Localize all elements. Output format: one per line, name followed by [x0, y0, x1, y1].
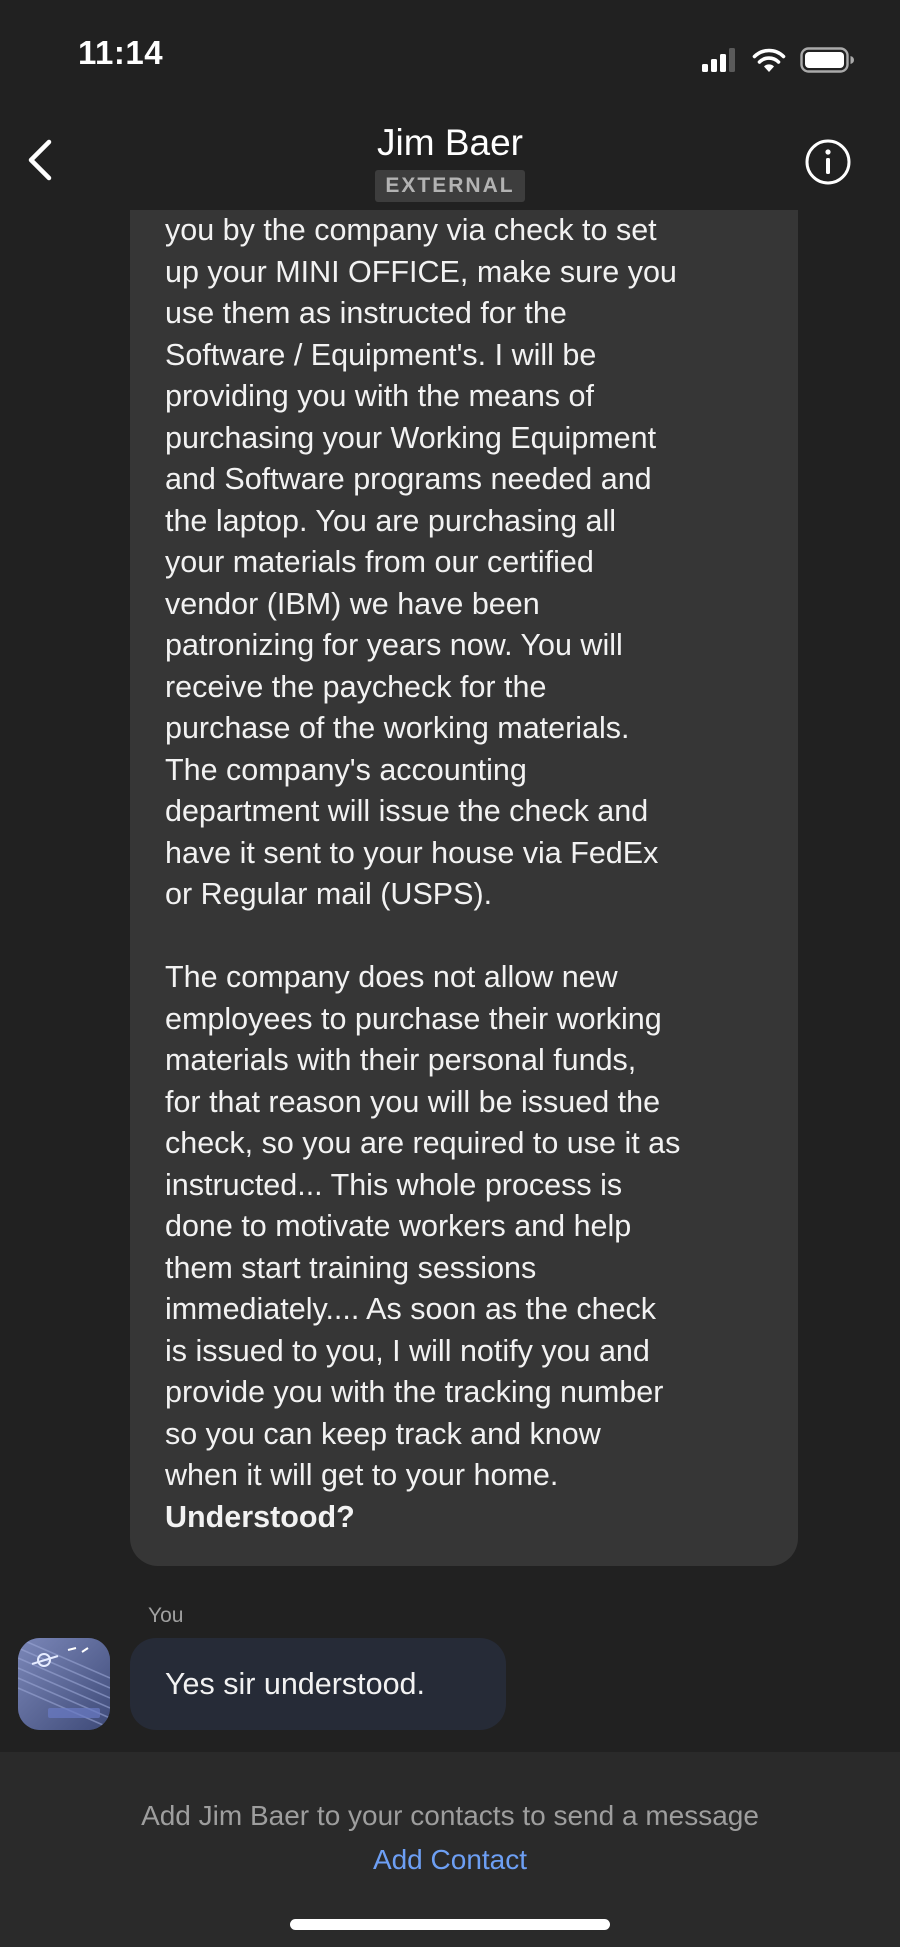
contact-name[interactable]: Jim Baer — [0, 122, 900, 164]
external-badge: EXTERNAL — [375, 170, 525, 202]
message-line: have it sent to your house via FedEx — [165, 835, 659, 870]
message-line: you by the company via check to set — [165, 213, 657, 247]
outgoing-message-text: Yes sir understood. — [165, 1666, 425, 1701]
message-line: receive the paycheck for the — [165, 669, 547, 704]
message-line: when it will get to your home. — [165, 1458, 559, 1492]
message-line: instructed... This whole process is — [165, 1167, 623, 1202]
incoming-message-bubble[interactable]: you by the company via check to set up yo… — [130, 210, 798, 1566]
conversation-header: Jim Baer EXTERNAL — [0, 110, 900, 210]
incoming-message-paragraph-1: you by the company via check to set up yo… — [165, 210, 778, 916]
avatar[interactable] — [18, 1638, 110, 1730]
message-line: and Software programs needed and — [165, 462, 652, 496]
message-line: them start training sessions — [165, 1250, 537, 1285]
info-circle-icon — [805, 139, 851, 185]
message-line: your materials from our certified — [165, 545, 594, 579]
message-line: purchase of the working materials. — [165, 711, 630, 745]
message-list[interactable]: you by the company via check to set up yo… — [0, 210, 900, 1750]
message-line: providing you with the means of — [165, 379, 594, 413]
message-line: provide you with the tracking number — [165, 1375, 664, 1409]
message-line: use them as instructed for the — [165, 296, 567, 330]
battery-icon — [800, 47, 854, 73]
wifi-icon — [752, 48, 786, 72]
message-line: patronizing for years now. You will — [165, 628, 623, 662]
add-contact-prompt: Add Jim Baer to your contacts to send a … — [141, 1800, 759, 1831]
cellular-signal-icon — [702, 48, 735, 72]
add-contact-footer: Add Jim Baer to your contacts to send a … — [0, 1752, 900, 1947]
message-line: employees to purchase their working — [165, 1001, 662, 1036]
message-line: done to motivate workers and help — [165, 1209, 632, 1243]
info-button[interactable] — [804, 138, 852, 186]
message-line: purchasing your Working Equipment — [165, 420, 657, 455]
outgoing-message-bubble[interactable]: Yes sir understood. — [130, 1638, 506, 1730]
message-line: department will issue the check and — [165, 794, 649, 828]
home-indicator[interactable] — [290, 1919, 610, 1930]
status-bar: 11:14 — [0, 0, 900, 110]
status-icons — [702, 44, 856, 76]
message-line: Software / Equipment's. I will be — [165, 337, 597, 372]
message-line: is issued to you, I will notify you and — [165, 1333, 650, 1368]
message-line: materials with their personal funds, — [165, 1043, 637, 1077]
message-line: vendor (IBM) we have been — [165, 586, 540, 621]
message-line: check, so you are required to use it as — [165, 1126, 681, 1160]
message-line: the laptop. You are purchasing all — [165, 503, 617, 538]
avatar-image — [18, 1638, 110, 1730]
incoming-message-question: Understood? — [165, 1499, 355, 1534]
message-line: so you can keep track and know — [165, 1416, 601, 1451]
sender-label: You — [148, 1604, 184, 1627]
message-line: up your MINI OFFICE, make sure you — [165, 254, 677, 289]
incoming-message-paragraph-2: The company does not allow new employees … — [165, 957, 778, 1497]
message-line: immediately.... As soon as the check — [165, 1292, 657, 1326]
message-line: for that reason you will be issued the — [165, 1084, 661, 1119]
add-contact-link[interactable]: Add Contact — [0, 1844, 900, 1876]
message-line: The company's accounting — [165, 752, 527, 787]
message-line: The company does not allow new — [165, 960, 618, 994]
status-time: 11:14 — [78, 34, 164, 71]
message-line: or Regular mail (USPS). — [165, 877, 493, 911]
